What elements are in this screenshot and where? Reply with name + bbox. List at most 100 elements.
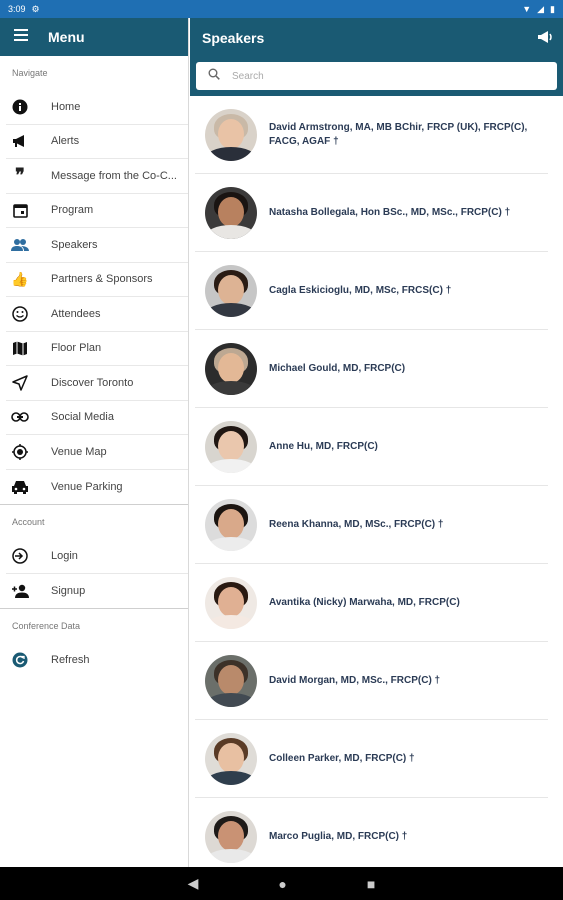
- speaker-row[interactable]: Reena Khanna, MD, MSc., FRCP(C) †: [195, 486, 548, 564]
- avatar-shoulders: [205, 692, 257, 707]
- people-icon: [6, 235, 34, 255]
- avatar-shoulders: [205, 770, 257, 785]
- speaker-row[interactable]: Colleen Parker, MD, FRCP(C) †: [195, 720, 548, 798]
- menu-item-floor-plan[interactable]: Floor Plan: [6, 332, 188, 366]
- menu-item-refresh[interactable]: Refresh: [6, 643, 188, 678]
- menu-item-alerts[interactable]: Alerts: [6, 125, 188, 159]
- avatar-shoulders: [205, 458, 257, 473]
- speaker-row[interactable]: David Armstrong, MA, MB BChir, FRCP (UK)…: [195, 96, 548, 174]
- avatar-face: [218, 820, 244, 851]
- speaker-name: David Morgan, MD, MSc., FRCP(C) †: [269, 674, 441, 686]
- speaker-name: Avantika (Nicky) Marwaha, MD, FRCP(C): [269, 596, 460, 608]
- settings-gear-icon: ⚙: [31, 3, 40, 14]
- avatar-shoulders: [205, 848, 257, 863]
- back-icon[interactable]: ◀: [188, 875, 199, 892]
- target-icon: [6, 442, 34, 462]
- send-icon: [6, 373, 34, 393]
- section-label-conference-data: Conference Data: [12, 621, 81, 631]
- status-bar: 3:09 ⚙ ▼ ◢ ▮: [0, 0, 563, 18]
- car-icon: [6, 477, 34, 497]
- menu-item-label: Partners & Sponsors: [51, 273, 153, 286]
- search-input[interactable]: [232, 70, 532, 82]
- speaker-row[interactable]: Michael Gould, MD, FRCP(C): [195, 330, 548, 408]
- refresh-icon: [6, 650, 34, 670]
- add-person-icon: [6, 581, 34, 601]
- avatar-shoulders: [205, 380, 257, 395]
- home-icon[interactable]: ●: [278, 876, 286, 892]
- avatar-face: [218, 664, 244, 695]
- signal-icon: ◢: [537, 3, 545, 14]
- avatar-shoulders: [205, 614, 257, 629]
- speakers-panel: Speakers David Armstrong, MA, MB BChir, …: [190, 18, 563, 876]
- quote-icon: ❞: [15, 165, 25, 186]
- avatar: [205, 342, 257, 395]
- section-label-navigate: Navigate: [12, 68, 48, 78]
- menu-item-login[interactable]: Login: [6, 539, 188, 574]
- menu-item-signup[interactable]: Signup: [6, 574, 188, 609]
- speaker-row[interactable]: Marco Puglia, MD, FRCP(C) †: [195, 798, 548, 876]
- menu-item-label: Message from the Co-C...: [51, 169, 177, 182]
- speaker-name: Colleen Parker, MD, FRCP(C) †: [269, 752, 415, 764]
- menu-item-label: Login: [51, 549, 78, 562]
- speaker-name: Reena Khanna, MD, MSc., FRCP(C) †: [269, 518, 444, 530]
- speaker-name: Michael Gould, MD, FRCP(C): [269, 362, 406, 374]
- account-list: Login Signup: [0, 539, 188, 608]
- menu-header: Menu: [0, 18, 188, 56]
- speaker-list: David Armstrong, MA, MB BChir, FRCP (UK)…: [190, 96, 563, 876]
- speaker-name: Marco Puglia, MD, FRCP(C) †: [269, 830, 408, 842]
- speaker-name: Anne Hu, MD, FRCP(C): [269, 440, 378, 452]
- menu-item-label: Speakers: [51, 238, 98, 251]
- search-bar[interactable]: [196, 62, 557, 90]
- avatar-face: [218, 508, 244, 539]
- menu-title: Menu: [48, 29, 85, 45]
- speakers-header: Speakers: [190, 18, 563, 96]
- recents-icon[interactable]: ■: [367, 876, 375, 892]
- menu-item-speakers[interactable]: Speakers: [6, 228, 188, 263]
- menu-item-venue-map[interactable]: Venue Map: [6, 435, 188, 470]
- avatar-shoulders: [205, 146, 257, 161]
- page-title: Speakers: [202, 30, 265, 46]
- menu-item-partners[interactable]: 👍 Partners & Sponsors: [6, 263, 188, 297]
- wifi-icon: ▼: [522, 4, 532, 14]
- section-label-account: Account: [12, 517, 45, 527]
- map-icon: [6, 338, 34, 358]
- menu-item-label: Program: [51, 204, 94, 217]
- avatar-face: [218, 118, 244, 149]
- avatar-face: [218, 586, 244, 617]
- menu-item-venue-parking[interactable]: Venue Parking: [6, 470, 188, 505]
- avatar: [205, 108, 257, 161]
- menu-item-label: Venue Parking: [51, 480, 123, 493]
- info-icon: [6, 97, 34, 117]
- avatar: [205, 264, 257, 317]
- avatar-shoulders: [205, 302, 257, 317]
- menu-item-label: Alerts: [51, 135, 80, 148]
- menu-item-social-media[interactable]: Social Media: [6, 401, 188, 435]
- speaker-row[interactable]: Natasha Bollegala, Hon BSc., MD, MSc., F…: [195, 174, 548, 252]
- speaker-name: David Armstrong, MA, MB BChir, FRCP (UK)…: [269, 121, 528, 147]
- android-nav-bar: ◀ ● ■: [0, 867, 563, 900]
- speaker-row[interactable]: David Morgan, MD, MSc., FRCP(C) †: [195, 642, 548, 720]
- avatar-face: [218, 196, 244, 227]
- avatar-shoulders: [205, 224, 257, 239]
- menu-item-home[interactable]: Home: [6, 90, 188, 125]
- menu-item-label: Discover Toronto: [51, 376, 134, 389]
- clock: 3:09: [8, 4, 26, 14]
- announcement-icon[interactable]: [537, 30, 553, 47]
- avatar: [205, 498, 257, 551]
- navigate-list: Home Alerts ❞ Message from the Co-C... P…: [0, 90, 188, 504]
- speaker-row[interactable]: Avantika (Nicky) Marwaha, MD, FRCP(C): [195, 564, 548, 642]
- menu-item-label: Floor Plan: [51, 342, 102, 355]
- avatar: [205, 186, 257, 239]
- menu-item-message[interactable]: ❞ Message from the Co-C...: [6, 159, 188, 194]
- avatar: [205, 732, 257, 785]
- menu-item-attendees[interactable]: Attendees: [6, 297, 188, 332]
- smiley-icon: [6, 304, 34, 324]
- menu-item-label: Signup: [51, 584, 86, 597]
- conference-list: Refresh: [0, 643, 188, 678]
- login-icon: [6, 546, 34, 566]
- menu-item-program[interactable]: Program: [6, 194, 188, 228]
- hamburger-icon[interactable]: [14, 28, 28, 46]
- speaker-row[interactable]: Cagla Eskicioglu, MD, MSc, FRCS(C) †: [195, 252, 548, 330]
- speaker-row[interactable]: Anne Hu, MD, FRCP(C): [195, 408, 548, 486]
- menu-item-discover-toronto[interactable]: Discover Toronto: [6, 366, 188, 401]
